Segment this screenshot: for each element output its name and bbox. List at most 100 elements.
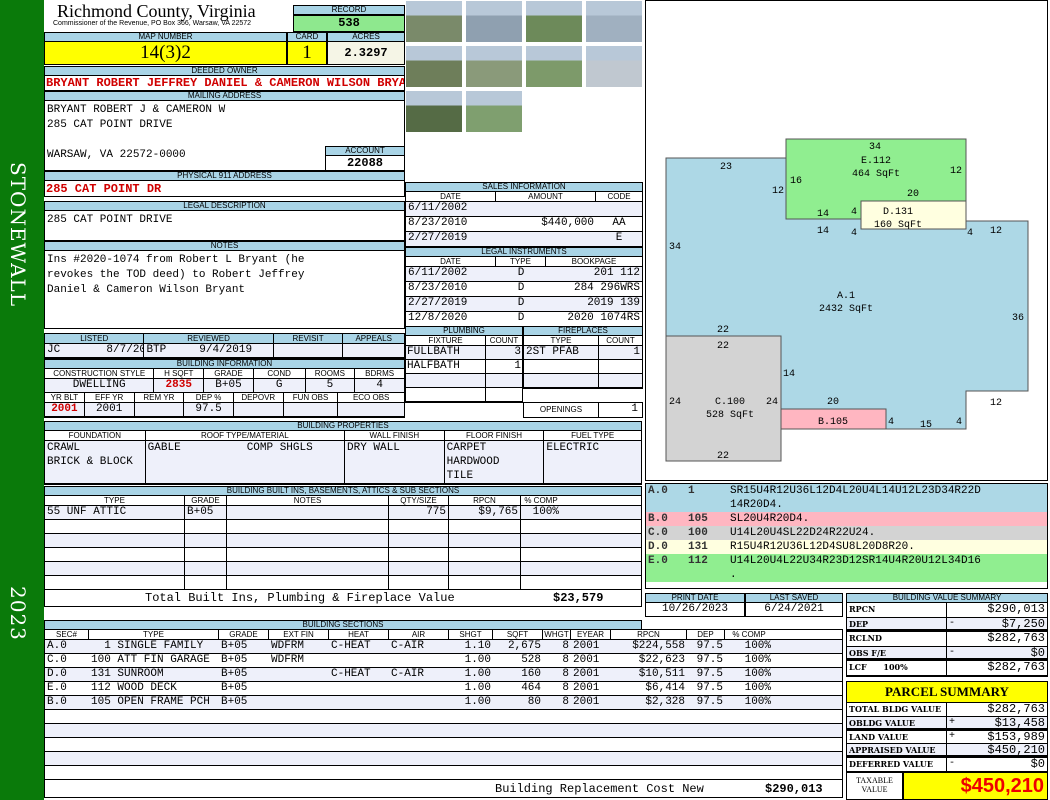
- table-cell: B+05: [221, 668, 248, 680]
- column-headers: YR BLT EFF YR REM YR DEP % DEPOVR FUN OBS ECO …: [45, 393, 404, 403]
- summary-value: $7,250: [1001, 616, 1045, 631]
- table-cell: G: [254, 379, 306, 392]
- table-cell: A.0: [47, 640, 67, 652]
- psum-table: TOTAL BLDG VALUE $282,763 OBLDG VALUE + $13,…: [846, 703, 1048, 773]
- openings-row: OPENINGS 1: [523, 402, 643, 418]
- property-photo[interactable]: [465, 45, 523, 88]
- table-row: [45, 738, 842, 752]
- summary-value: $0: [1030, 757, 1045, 772]
- table-cell: AA: [612, 217, 626, 229]
- property-photo[interactable]: [525, 0, 583, 43]
- property-photo[interactable]: [465, 90, 523, 133]
- table-cell: [227, 562, 389, 575]
- table-row: [45, 724, 842, 738]
- column-header: TYPE: [524, 336, 599, 345]
- table-cell: C-HEAT: [331, 668, 371, 680]
- column-header: ROOMS: [306, 369, 356, 378]
- table-cell: [89, 724, 219, 737]
- table-row: 2/27/2019 D 2019 139: [406, 297, 642, 312]
- account-number: 22088: [325, 155, 405, 171]
- sketch-dimension: 22: [717, 341, 729, 352]
- property-photo[interactable]: [405, 90, 463, 133]
- summary-label: APPRAISED VALUE: [847, 744, 947, 755]
- mail-line-3: WARSAW, VA 22572-0000: [47, 149, 186, 161]
- column-header: EXT FIN: [269, 630, 329, 639]
- summary-row: LCF 100% $282,763: [847, 661, 1047, 676]
- sketch-dimension: 22: [717, 451, 729, 462]
- vector-sec: C.0: [648, 527, 668, 539]
- summary-sign: +: [949, 730, 956, 742]
- table-cell: [389, 696, 449, 709]
- builtins-total-row: Total Built Ins, Plumbing & Fireplace Va…: [45, 590, 641, 606]
- column-header: BOOKPAGE: [571, 257, 617, 266]
- table-row: 6/11/2002 D 201 112: [406, 267, 642, 282]
- column-header: AMOUNT: [496, 192, 596, 201]
- table-row: [45, 766, 842, 780]
- table-cell: [449, 752, 493, 765]
- table-cell: 2001: [573, 682, 600, 694]
- column-headers: TYPE GRADE NOTES QTY/SIZE RPCN% COMP: [45, 496, 641, 506]
- table-cell: 1.00: [464, 654, 491, 666]
- property-photo[interactable]: [525, 45, 583, 88]
- sketch-dimension: 14: [817, 226, 829, 237]
- openings-label: OPENINGS: [524, 403, 599, 417]
- column-headers: FIXTURE COUNT: [406, 336, 522, 346]
- table-cell: 1: [514, 360, 521, 372]
- table-cell: [389, 562, 449, 575]
- column-header: QTY/SIZE: [389, 496, 449, 505]
- sketch-dimension: 12: [772, 186, 784, 197]
- table-cell: [45, 752, 89, 765]
- summary-label: OBS F/E: [847, 646, 947, 659]
- table-cell: [389, 548, 449, 561]
- table-cell: [269, 752, 329, 765]
- table-cell: [389, 654, 449, 667]
- sketch-vectors-table: A.0 1 SR15U4R12U36L12D4L20U4L14U12L23D34R2…: [645, 483, 1048, 589]
- plumb-table: FIXTURE COUNT FULLBATH 3 HALFBATH 1: [405, 335, 523, 403]
- parcel-summary-title: PARCEL SUMMARY: [846, 681, 1048, 703]
- table-cell: $9,765: [449, 506, 521, 519]
- sketch-vector-row: E.0 112 U14L20U4L22U34R23D12SR14U4R20U12L3…: [646, 554, 1047, 582]
- table-cell: [389, 710, 449, 723]
- table-cell: [725, 752, 773, 765]
- property-photo[interactable]: [405, 45, 463, 88]
- column-header: NOTES: [227, 496, 389, 505]
- column-header: WHGT: [543, 630, 571, 639]
- county-title: Richmond County, Virginia: [57, 1, 256, 21]
- table-cell: 97.5: [696, 668, 723, 680]
- property-photo[interactable]: [405, 0, 463, 43]
- table-cell: 97.5: [696, 682, 723, 694]
- table-cell: [496, 202, 596, 216]
- table-cell: 80: [527, 696, 541, 708]
- property-photo[interactable]: [585, 0, 643, 43]
- table-row: FULLBATH 3: [406, 346, 522, 360]
- sketch-dimension: 20: [907, 189, 919, 200]
- table-cell: [269, 710, 329, 723]
- table-cell: [449, 548, 521, 561]
- table-cell: [449, 738, 493, 751]
- table-cell: [269, 668, 329, 681]
- table-cell: [227, 506, 389, 519]
- table-cell: 105 OPEN FRAME PCH: [91, 696, 210, 708]
- column-header: LISTED: [45, 334, 145, 343]
- vector-path: U14L20U4SL22D24R22U24.: [730, 527, 876, 539]
- property-photo[interactable]: [585, 45, 643, 88]
- column-header: DEP: [687, 630, 725, 639]
- property-photo[interactable]: [465, 0, 523, 43]
- table-cell: 8: [562, 654, 569, 666]
- column-header: DATE: [406, 257, 496, 266]
- table-cell: 464: [521, 682, 541, 694]
- table-cell: $440,000: [541, 217, 594, 229]
- notes-text: Ins #2020-1074 from Robert L Bryant (he …: [47, 254, 305, 296]
- sketch-dimension: 4: [888, 417, 894, 428]
- sketch-dimension: 34: [869, 142, 881, 153]
- table-cell: [571, 752, 611, 765]
- sketch-dimension: 23: [720, 162, 732, 173]
- table-row: JC 8/7/2019BTP 9/4/2019: [45, 344, 404, 358]
- summary-value: $153,989: [987, 729, 1045, 744]
- summary-sign: -: [949, 646, 956, 658]
- summary-label: RCLND: [847, 632, 947, 646]
- table-cell: C-AIR: [391, 640, 425, 652]
- instr-table: DATE TYPE BOOKPAGE 6/11/2002 D 201 112 8/23/20…: [405, 256, 643, 328]
- table-cell: 100%: [744, 640, 771, 652]
- summary-row: DEFERRED VALUE - $0: [847, 758, 1047, 772]
